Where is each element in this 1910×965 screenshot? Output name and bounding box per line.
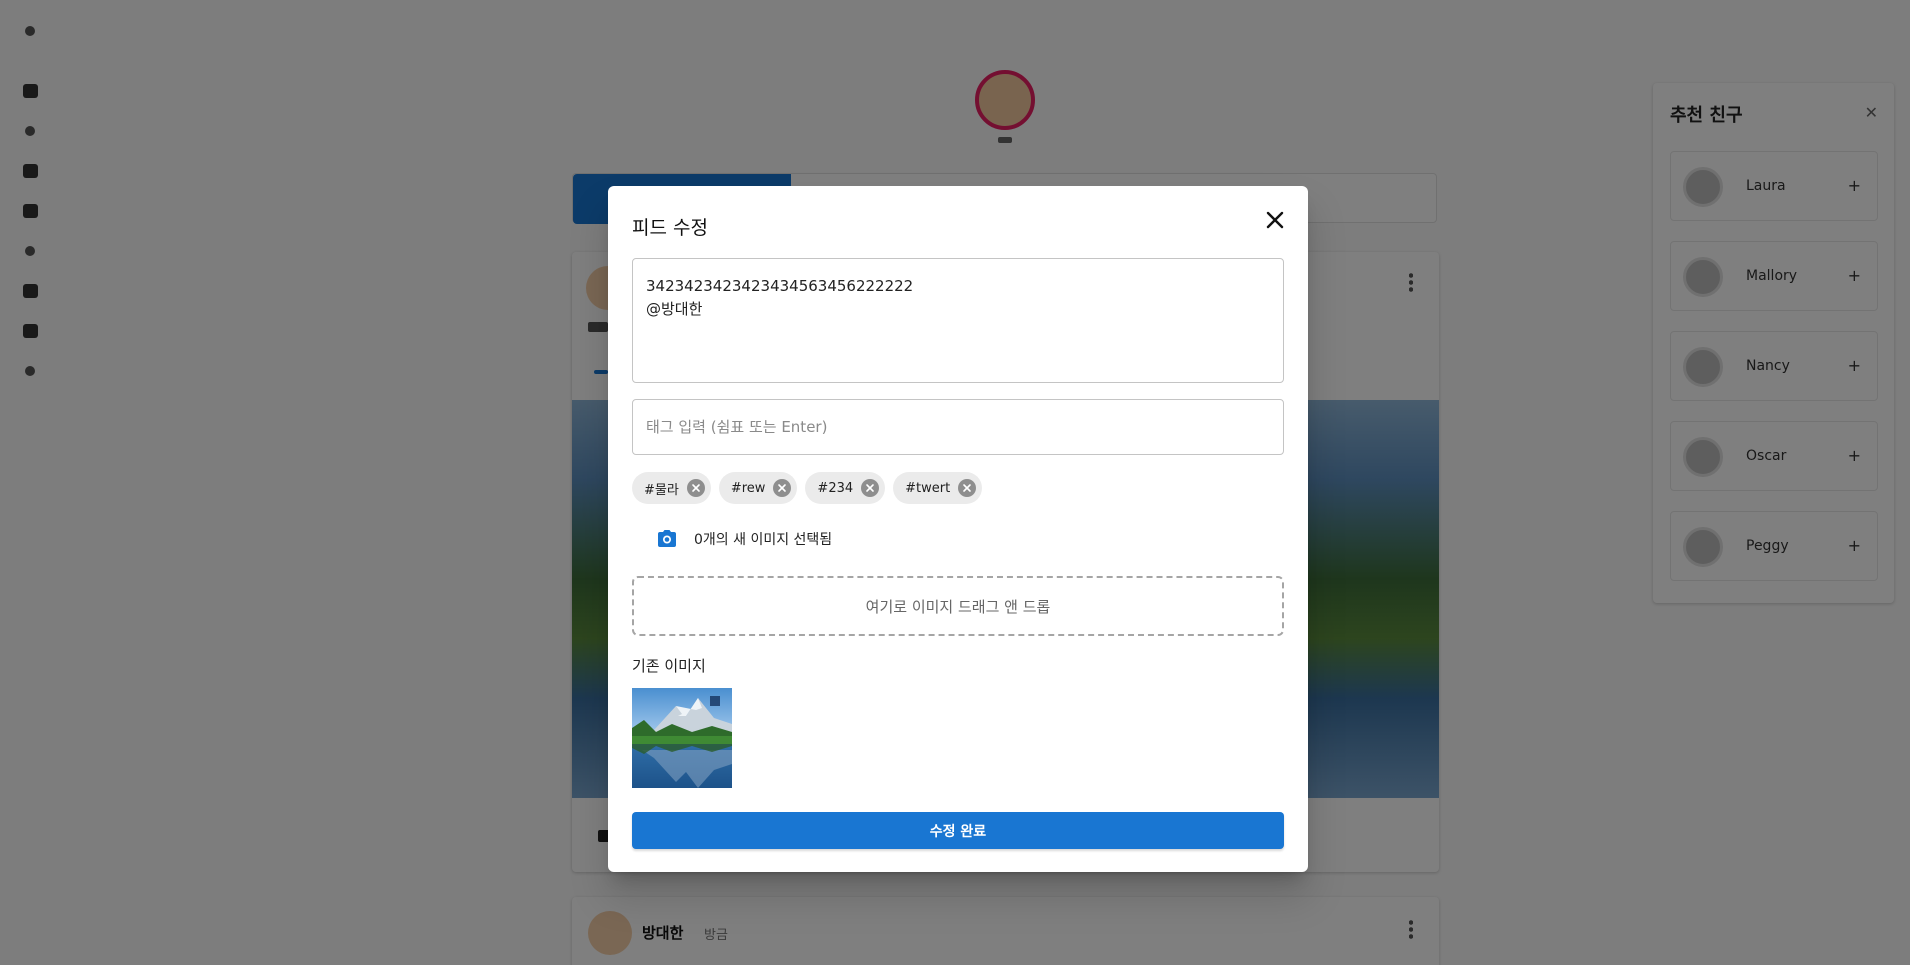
chip-delete-icon[interactable] (861, 479, 880, 497)
existing-image-thumbnail[interactable] (632, 688, 732, 788)
add-image-button[interactable] (646, 519, 688, 559)
tag-input[interactable] (632, 399, 1284, 455)
landscape-lake-thumbnail-icon (632, 688, 732, 788)
existing-images-label: 기존 이미지 (632, 657, 706, 675)
content-textarea[interactable]: 3423423423423434563456222222 @방대한 (632, 258, 1284, 383)
tag-chip-label: #물라 (644, 482, 679, 498)
image-picker-row: 0개의 새 이미지 선택됨 (632, 519, 832, 559)
close-icon (1266, 211, 1284, 229)
tag-chip[interactable]: #234 (805, 472, 886, 504)
tag-chip[interactable]: #물라 (632, 472, 711, 504)
tag-chip-label: #234 (817, 480, 854, 496)
tag-chip-list: #물라 #rew #234 #twert (632, 472, 983, 504)
close-button[interactable] (1260, 205, 1290, 235)
dropzone-text: 여기로 이미지 드래그 앤 드롭 (865, 597, 1051, 616)
chip-delete-icon[interactable] (686, 479, 705, 497)
chip-delete-icon[interactable] (773, 479, 792, 497)
content-line: 3423423423423434563456222222 (646, 277, 914, 295)
edit-feed-dialog: 피드 수정 3423423423423434563456222222 @방대한 … (608, 186, 1308, 872)
dialog-title: 피드 수정 (632, 217, 708, 239)
camera-icon (658, 530, 676, 547)
image-dropzone[interactable]: 여기로 이미지 드래그 앤 드롭 (632, 576, 1284, 636)
content-line: @방대한 (646, 300, 703, 318)
submit-edit-button[interactable]: 수정 완료 (632, 812, 1284, 849)
chip-delete-icon[interactable] (958, 479, 977, 497)
tag-chip-label: #twert (905, 480, 951, 496)
tag-chip[interactable]: #rew (718, 472, 798, 504)
tag-chip[interactable]: #twert (893, 472, 983, 504)
new-image-count: 0개의 새 이미지 선택됨 (694, 532, 833, 548)
tag-chip-label: #rew (730, 480, 766, 496)
